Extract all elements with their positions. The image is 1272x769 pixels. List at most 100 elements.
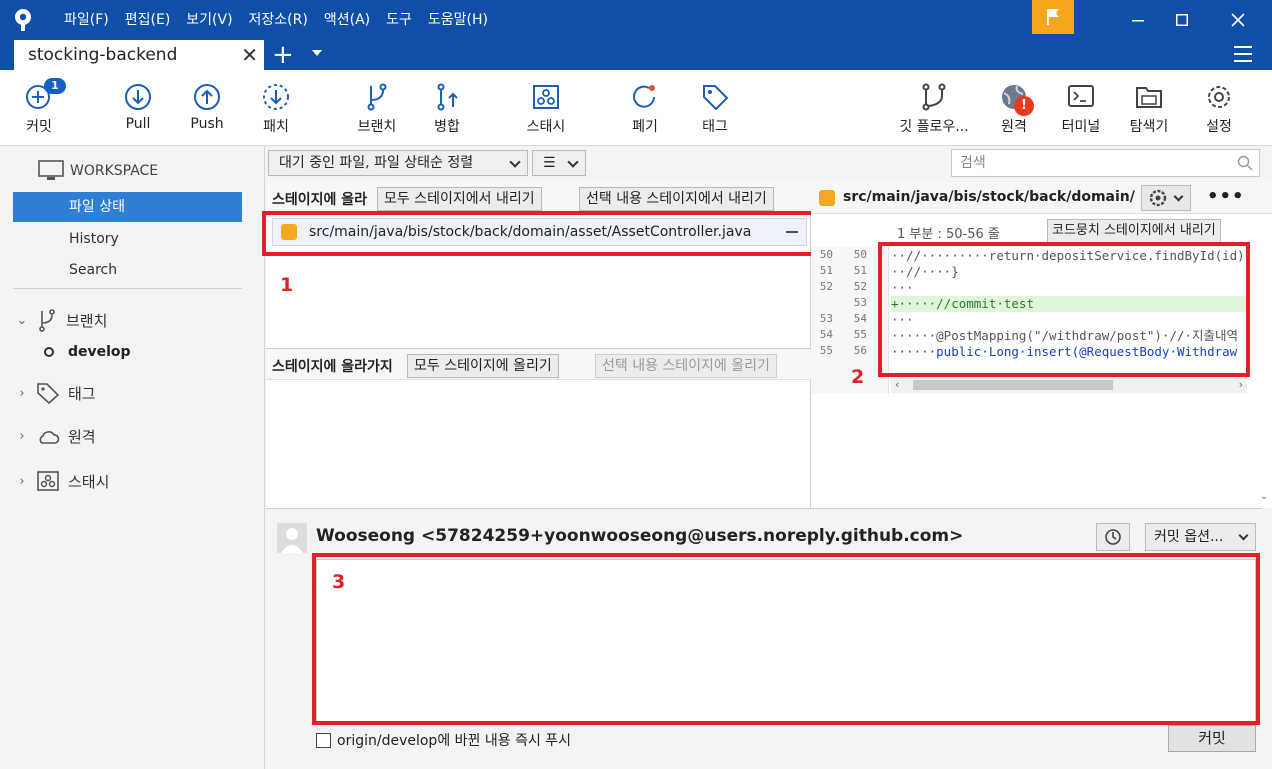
diff-file-path: src/main/java/bis/stock/back/domain/asse… — [843, 189, 1135, 205]
new-line-number: 50 — [853, 248, 867, 261]
settings-label: 설정 — [1206, 119, 1232, 135]
menu-repository[interactable]: 저장소(R) — [241, 0, 316, 40]
diff-horizontal-scrollbar[interactable]: ‹ › — [891, 377, 1247, 393]
chevron-down-icon: ⌄ — [16, 312, 28, 328]
menu-tools[interactable]: 도구 — [378, 0, 420, 40]
more-options-icon[interactable]: ••• — [1207, 186, 1245, 207]
search-input[interactable]: 검색 — [951, 149, 1260, 177]
sidebar-divider — [13, 288, 242, 289]
workspace-header: WORKSPACE — [38, 160, 158, 182]
sidebar-section-tags[interactable]: › 태그 — [16, 382, 96, 404]
sourcetree-logo-icon — [15, 9, 31, 31]
menu-view[interactable]: 보기(V) — [178, 0, 240, 40]
pending-sort-dropdown[interactable]: 대기 중인 파일, 파일 상태순 정렬 — [268, 150, 528, 176]
menu-actions[interactable]: 액션(A) — [316, 0, 378, 40]
stage-selected-button[interactable]: 선택 내용 스테이지에 올리기 — [595, 354, 777, 378]
fetch-label: 패치 — [263, 119, 289, 135]
sidebar-item-file-status[interactable]: 파일 상태 — [13, 192, 242, 222]
branch-label: 브랜치 — [357, 119, 397, 135]
discard-button[interactable]: 폐기 — [624, 70, 666, 146]
commit-label: 커밋 — [26, 119, 52, 135]
flag-button[interactable] — [1032, 0, 1074, 34]
diff-vertical-scrollbar[interactable]: ⌄ — [1257, 246, 1272, 508]
terminal-icon — [1068, 85, 1094, 107]
push-button[interactable]: Push — [187, 70, 227, 146]
fetch-button[interactable]: 패치 — [256, 70, 296, 146]
search-icon — [1237, 155, 1253, 171]
explorer-button[interactable]: 탐색기 — [1124, 70, 1174, 146]
scroll-down-icon[interactable]: ⌄ — [1260, 491, 1268, 502]
unstage-selected-button[interactable]: 선택 내용 스테이지에서 내리기 — [579, 187, 774, 211]
diff-options-dropdown[interactable] — [1141, 185, 1191, 211]
tab-bar: stocking-backend ✕ + — [0, 40, 1272, 70]
new-line-number: 52 — [853, 280, 867, 293]
old-line-number: 50 — [819, 248, 833, 261]
checkbox-icon[interactable] — [316, 732, 331, 748]
menu-file[interactable]: 파일(F) — [56, 0, 117, 40]
old-line-number: 55 — [819, 344, 833, 357]
monitor-icon — [38, 160, 64, 180]
unstaged-header: 스테이지에 올라가지 모두 스테이지에 올리기 선택 내용 스테이지에 올리기 — [266, 348, 811, 380]
discard-icon — [633, 85, 655, 108]
sidebar-section-branches[interactable]: ⌄ 브랜치 — [16, 308, 107, 332]
flag-icon — [1047, 9, 1059, 25]
minimize-button[interactable] — [1116, 0, 1160, 40]
commit-options-dropdown[interactable]: 커밋 옵션... — [1145, 523, 1256, 551]
tab-list-dropdown-icon[interactable] — [312, 50, 322, 56]
commit-area: Wooseong <57824259+yoonwooseong@users.no… — [266, 508, 1272, 769]
workspace-label: WORKSPACE — [70, 163, 159, 179]
menu-help[interactable]: 도움말(H) — [420, 0, 496, 40]
branch-button[interactable]: 브랜치 — [350, 70, 404, 146]
scroll-left-icon[interactable]: ‹ — [895, 378, 899, 391]
maximize-button[interactable] — [1160, 0, 1204, 40]
sidebar-item-search[interactable]: Search — [69, 262, 117, 278]
terminal-button[interactable]: 터미널 — [1056, 70, 1106, 146]
commit-history-button[interactable] — [1096, 523, 1130, 551]
branch-icon — [39, 309, 55, 332]
add-tab-button[interactable]: + — [272, 40, 296, 70]
pending-sort-label: 대기 중인 파일, 파일 상태순 정렬 — [279, 155, 474, 171]
sidebar-item-history[interactable]: History — [69, 231, 119, 247]
tag-button[interactable]: 태그 — [694, 70, 736, 146]
commit-count-badge: 1 — [44, 78, 66, 94]
hunk-title: 1 부분 : 50-56 줄 — [897, 227, 1000, 242]
tag-icon — [703, 85, 729, 111]
tab-close-icon[interactable]: ✕ — [241, 43, 258, 67]
menu-edit[interactable]: 편집(E) — [117, 0, 179, 40]
sidebar-section-remotes[interactable]: › 원격 — [16, 426, 95, 447]
pull-button[interactable]: Pull — [118, 70, 158, 146]
close-window-button[interactable] — [1216, 0, 1260, 40]
sidebar-section-stashes[interactable]: › 스태시 — [16, 470, 109, 492]
commit-author: Wooseong <57824259+yoonwooseong@users.no… — [316, 526, 964, 546]
tab-repository[interactable]: stocking-backend ✕ — [14, 40, 264, 70]
stash-label: 스태시 — [526, 119, 566, 135]
unstage-all-button[interactable]: 모두 스테이지에서 내리기 — [377, 187, 542, 211]
old-line-number: 54 — [819, 328, 833, 341]
stage-all-button[interactable]: 모두 스테이지에 올리기 — [407, 354, 559, 378]
scroll-right-icon[interactable]: › — [1239, 378, 1243, 391]
unstage-hunk-button[interactable]: 코드뭉치 스테이지에서 내리기 — [1047, 219, 1221, 243]
scroll-thumb[interactable] — [913, 380, 1113, 390]
commit-submit-button[interactable]: 커밋 — [1168, 725, 1256, 752]
remote-label: 원격 — [1001, 119, 1027, 135]
clock-icon — [1105, 529, 1121, 545]
avatar — [277, 523, 307, 553]
tag-icon — [37, 383, 60, 404]
file-panels: 스테이지에 올라 모두 스테이지에서 내리기 선택 내용 스테이지에서 내리기 … — [262, 182, 817, 508]
stash-button[interactable]: 스태시 — [518, 70, 574, 146]
hamburger-menu-icon[interactable] — [1234, 46, 1252, 62]
chevron-right-icon: › — [19, 473, 25, 489]
merge-button[interactable]: 병합 — [425, 70, 469, 146]
sidebar-branch-develop[interactable]: develop — [44, 344, 131, 360]
git-flow-button[interactable]: 깃 플로우... — [893, 70, 975, 146]
push-immediately-checkbox[interactable]: origin/develop에 바뀐 내용 즉시 푸시 — [316, 730, 571, 750]
view-mode-dropdown[interactable]: ☰ — [532, 150, 586, 176]
new-line-number: 51 — [853, 264, 867, 277]
explorer-label: 탐색기 — [1129, 119, 1169, 135]
remote-warning-badge: ! — [1014, 96, 1034, 116]
diff-pane: src/main/java/bis/stock/back/domain/asse… — [811, 182, 1272, 508]
old-line-number: 53 — [819, 312, 833, 325]
merge-label: 병합 — [434, 119, 460, 135]
settings-button[interactable]: 설정 — [1198, 70, 1240, 146]
stashes-label: 스태시 — [68, 472, 110, 491]
